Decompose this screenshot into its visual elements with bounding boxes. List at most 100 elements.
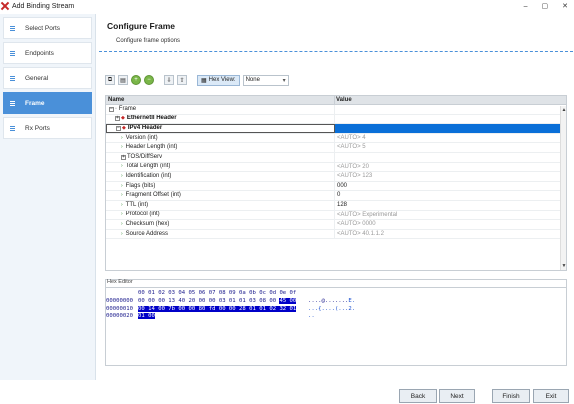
collapse-icon[interactable]: − [116,125,121,131]
row-value-cell[interactable] [335,115,566,124]
row-name-cell[interactable]: › TTL (int) [106,200,335,210]
menu-icon [10,125,15,131]
hex-offset: 00000000 [106,298,133,304]
ascii-text-selected: E. [348,298,356,304]
back-button[interactable]: Back [399,389,437,403]
row-name-cell[interactable]: › Identification (int) [106,172,335,181]
minimize-icon[interactable]: – [524,3,528,10]
sidebar-item-general[interactable]: General [3,67,92,89]
hex-offset: 00000020 [106,313,133,319]
table-row[interactable]: › Total Length (int) <AUTO> 20 [106,162,566,173]
row-value-cell[interactable]: 128 [335,201,566,210]
exit-button[interactable]: Exit [533,389,569,403]
sidebar-item-frame[interactable]: Frame [3,92,92,114]
row-value-cell[interactable] [335,153,566,162]
table-row[interactable]: › Identification (int) <AUTO> 123 [106,172,566,182]
column-header-name[interactable]: Name [106,96,335,104]
row-value-cell[interactable] [335,124,566,133]
scroll-up-icon[interactable]: ▲ [561,107,566,113]
row-name-cell[interactable]: › Total Length (int) [106,162,335,172]
row-name-cell[interactable]: − ▫ Frame [106,105,335,114]
frame-tree-grid: Name Value − ▫ Frame + ◆ EthernetII Header − ◆ I… [105,95,567,271]
row-value-cell[interactable]: <AUTO> 123 [335,172,566,181]
sidebar-item-select-ports[interactable]: Select Ports [3,17,92,39]
table-row[interactable]: + TOS/DiffServ [106,152,566,163]
sidebar-item-endpoints[interactable]: Endpoints [3,42,92,64]
hex-line[interactable]: 00000000 00 00 00 13 40 20 00 00 03 01 01… [106,298,297,305]
table-row[interactable]: › TTL (int) 128 [106,200,566,211]
table-row[interactable]: › Version (int) <AUTO> 4 [106,133,566,144]
row-name-cell[interactable]: › Checksum (hex) [106,220,335,229]
field-arrow-icon: › [121,192,123,199]
add-icon[interactable]: + [131,75,141,85]
column-header-value[interactable]: Value [335,96,566,104]
row-name-cell[interactable]: − ◆ IPv4 Header [106,124,335,133]
app-logo-icon [1,2,9,10]
row-label: Frame [118,105,137,112]
hex-offset: 00000010 [106,305,133,312]
expand-icon[interactable]: + [115,116,120,122]
sidebar-item-label: Frame [25,99,45,107]
row-name-cell[interactable]: › Source Address [106,229,335,239]
table-row[interactable]: › Checksum (hex) <AUTO> 0000 [106,220,566,230]
maximize-icon[interactable]: ▢ [542,2,549,10]
next-button[interactable]: Next [439,389,475,403]
row-value-cell[interactable]: <AUTO> 40.1.1.2 [335,230,566,239]
table-row[interactable]: › Flags (bits) 000 [106,181,566,192]
export-icon[interactable]: ⇧ [177,75,187,85]
hex-bytes-selected: 01 00 [138,313,155,319]
row-value-cell[interactable]: <AUTO> 20 [335,163,566,172]
table-row[interactable]: + ◆ EthernetII Header [106,114,566,125]
sidebar-item-label: Endpoints [25,49,54,57]
row-value-cell[interactable]: <AUTO> Experimental [335,211,566,220]
grid-scrollbar[interactable]: ▲ ▼ [560,106,566,270]
row-value-cell[interactable]: <AUTO> 0000 [335,220,566,229]
row-value-cell[interactable]: <AUTO> 5 [335,143,566,152]
row-name-cell[interactable]: › Header Length (int) [106,143,335,152]
field-arrow-icon: › [121,144,123,151]
table-row[interactable]: › Source Address <AUTO> 40.1.1.2 [106,229,566,240]
row-name-cell[interactable]: › Fragment Offset (int) [106,191,335,200]
collapse-icon[interactable]: − [109,106,114,112]
table-row[interactable]: − ▫ Frame [106,105,566,115]
paste-icon[interactable]: ▤ [118,75,128,85]
row-name-cell[interactable]: › Flags (bits) [106,181,335,191]
hex-view-button[interactable]: ▦ Hex View: [197,74,240,86]
copy-icon[interactable]: ⧉ [105,75,115,85]
row-label: TOS/DiffServ [127,153,163,160]
table-row[interactable]: › Protocol (int) <AUTO> Experimental [106,210,566,221]
sidebar-item-label: Rx Ports [25,124,50,132]
import-icon[interactable]: ⇩ [164,75,174,85]
row-value-cell[interactable] [335,105,566,114]
scroll-down-icon[interactable]: ▼ [561,263,566,269]
row-name-cell[interactable]: › Version (int) [106,133,335,143]
footer: Back Next Finish Exit [0,380,574,404]
protocol-icon: ◆ [121,115,125,122]
row-value-cell[interactable]: 0 [335,191,566,200]
close-icon[interactable]: ✕ [562,2,568,10]
hex-editor-content[interactable]: 00 01 02 03 04 05 06 07 08 09 0a 0b 0c 0… [106,287,566,365]
row-value-cell[interactable]: 000 [335,182,566,191]
table-row[interactable]: − ◆ IPv4 Header [106,124,566,134]
hex-view-select[interactable]: None [242,74,289,86]
sidebar-item-label: Select Ports [25,24,61,32]
sidebar-item-rx-ports[interactable]: Rx Ports [3,117,92,139]
row-name-cell[interactable]: + ◆ EthernetII Header [106,114,335,124]
table-row[interactable]: › Header Length (int) <AUTO> 5 [106,143,566,153]
finish-button[interactable]: Finish [492,389,530,403]
frame-icon: ▫ [115,105,117,112]
hex-ascii: .. [308,313,315,319]
hex-line[interactable]: 00000010 00 14 00 7b 00 00 80 fd 00 00 28… [106,305,297,313]
sidebar: Select Ports Endpoints General Frame Rx … [0,14,96,380]
expand-icon[interactable]: + [121,154,126,160]
table-row[interactable]: › Fragment Offset (int) 0 [106,191,566,201]
row-name-cell[interactable]: + TOS/DiffServ [106,152,335,162]
remove-icon[interactable]: − [144,75,154,85]
hex-bytes-selected: 45 00 [279,298,297,304]
field-arrow-icon: › [121,182,123,189]
row-name-cell[interactable]: › Protocol (int) [106,210,335,220]
row-label: Version (int) [125,134,158,141]
row-value-cell[interactable]: <AUTO> 4 [335,134,566,143]
ascii-text-selected: ...{....(...2. [308,305,356,312]
hex-line[interactable]: 00000020 01 00 [106,313,155,320]
